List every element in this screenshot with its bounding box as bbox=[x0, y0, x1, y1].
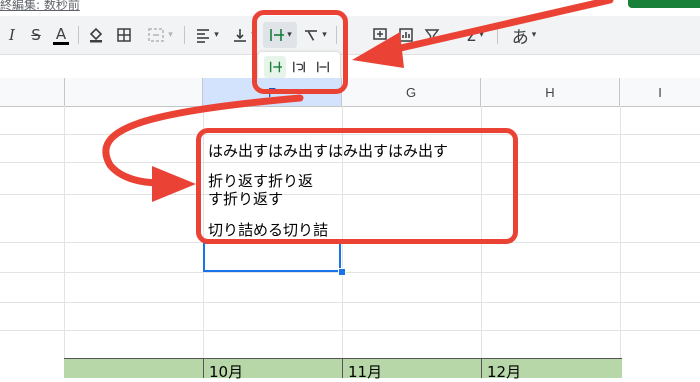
month-cell-nov[interactable]: 11月 bbox=[348, 361, 382, 382]
paint-bucket-icon bbox=[89, 27, 103, 43]
highlight-box-toolbar bbox=[252, 10, 348, 94]
align-bottom-icon bbox=[234, 29, 247, 42]
chevron-down-icon: ▾ bbox=[168, 30, 173, 40]
input-tools-label: あ bbox=[511, 27, 529, 48]
grid-line bbox=[342, 359, 343, 378]
borders-icon bbox=[117, 28, 131, 42]
column-label-i: I bbox=[658, 84, 662, 100]
grid-line bbox=[0, 302, 700, 303]
column-header-prev[interactable] bbox=[0, 78, 65, 106]
month-header-row: 10月 11月 12月 bbox=[64, 358, 622, 381]
column-header-e[interactable] bbox=[64, 78, 203, 106]
functions-button[interactable]: Σ ▾ bbox=[460, 22, 490, 48]
text-color-button[interactable]: A bbox=[51, 22, 71, 48]
column-label-h: H bbox=[545, 84, 555, 100]
insert-comment-button[interactable] bbox=[370, 22, 390, 48]
text-color-bar bbox=[53, 41, 69, 45]
last-edit-link[interactable]: 終編集: 数秒前 bbox=[0, 0, 80, 13]
chevron-down-icon: ▾ bbox=[531, 30, 537, 40]
chart-icon bbox=[399, 28, 413, 42]
fill-color-button[interactable] bbox=[86, 22, 106, 48]
italic-button[interactable]: I bbox=[4, 22, 20, 48]
top-strip: 終編集: 数秒前 bbox=[0, 0, 700, 14]
share-button[interactable] bbox=[628, 0, 700, 8]
filter-button[interactable] bbox=[422, 22, 442, 48]
month-cell-oct[interactable]: 10月 bbox=[209, 361, 243, 382]
month-cell-dec[interactable]: 12月 bbox=[487, 361, 521, 382]
insert-chart-button[interactable] bbox=[396, 22, 416, 48]
toolbar-divider bbox=[497, 26, 498, 44]
toolbar-divider bbox=[78, 26, 79, 44]
comment-icon bbox=[373, 28, 387, 40]
strikethrough-button[interactable]: S bbox=[27, 22, 45, 48]
merge-cells-button[interactable]: ▾ bbox=[142, 22, 178, 48]
merge-cells-icon bbox=[148, 28, 164, 42]
column-header-bar: F G H I bbox=[0, 78, 700, 107]
sigma-icon: Σ bbox=[466, 25, 477, 45]
grid-line bbox=[481, 359, 482, 378]
column-header-g[interactable]: G bbox=[342, 78, 481, 106]
highlight-box-cells bbox=[196, 128, 518, 244]
text-color-label: A bbox=[55, 24, 67, 43]
input-tools-button[interactable]: あ ▾ bbox=[504, 22, 544, 48]
column-header-h[interactable]: H bbox=[481, 78, 620, 106]
horizontal-align-button[interactable]: ▾ bbox=[190, 22, 224, 48]
selected-cell[interactable] bbox=[203, 242, 341, 272]
grid-line bbox=[0, 330, 700, 331]
grid-line bbox=[203, 359, 204, 378]
borders-button[interactable] bbox=[114, 22, 134, 48]
strikethrough-label: S bbox=[31, 26, 41, 44]
filter-icon bbox=[424, 29, 440, 43]
grid-line bbox=[0, 272, 700, 273]
italic-label: I bbox=[9, 26, 15, 44]
column-header-i[interactable]: I bbox=[620, 78, 700, 106]
chevron-down-icon: ▾ bbox=[479, 30, 484, 40]
fill-handle[interactable] bbox=[338, 268, 346, 276]
align-left-icon bbox=[197, 29, 210, 43]
column-label-g: G bbox=[405, 84, 417, 100]
chevron-down-icon: ▾ bbox=[214, 30, 219, 40]
toolbar-divider bbox=[184, 26, 185, 44]
toolbar: I S A ▾ ▾ ▾ ▾ ▾ Σ ▾ あ ▾ bbox=[0, 16, 700, 55]
